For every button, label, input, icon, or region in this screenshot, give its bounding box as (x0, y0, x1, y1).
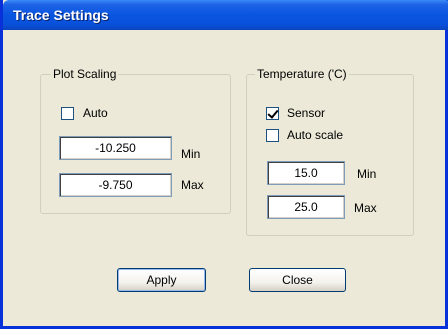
auto-scale-checkbox-row[interactable]: Auto scale (266, 128, 343, 142)
auto-scale-label: Auto scale (287, 128, 344, 142)
title-bar[interactable]: Trace Settings (3, 0, 448, 30)
close-button[interactable]: Close (249, 268, 346, 292)
temp-max-field[interactable]: 25.0 (267, 195, 345, 219)
plot-min-label: Min (181, 147, 201, 161)
plot-auto-checkbox-row[interactable]: Auto (61, 106, 108, 120)
sensor-checkbox[interactable] (266, 106, 279, 120)
plot-auto-label: Auto (83, 106, 108, 120)
sensor-label: Sensor (287, 106, 326, 120)
temp-min-label: Min (357, 167, 377, 181)
temperature-label: Temperature ('C) (255, 67, 349, 81)
plot-max-label: Max (181, 178, 204, 192)
plot-min-field[interactable]: -10.250 (59, 136, 172, 160)
apply-button[interactable]: Apply (117, 268, 206, 292)
temp-max-label: Max (354, 201, 377, 215)
temp-min-field[interactable]: 15.0 (267, 161, 345, 185)
sensor-checkbox-row[interactable]: Sensor (266, 106, 325, 120)
plot-scaling-label: Plot Scaling (51, 67, 119, 81)
window-title: Trace Settings (13, 7, 109, 23)
trace-settings-window: Trace Settings Plot Scaling Auto -10.250… (0, 0, 448, 329)
plot-max-field[interactable]: -9.750 (59, 173, 172, 197)
auto-scale-checkbox[interactable] (266, 128, 279, 142)
plot-auto-checkbox[interactable] (61, 106, 74, 120)
